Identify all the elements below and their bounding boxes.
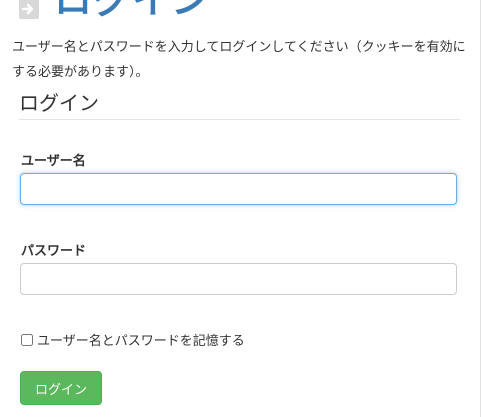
password-label: パスワード xyxy=(21,244,87,259)
form-legend-label: ログイン xyxy=(19,93,99,115)
login-icon xyxy=(19,0,39,19)
username-field[interactable] xyxy=(20,173,457,205)
remember-label: ユーザー名とパスワードを記憶する xyxy=(37,334,245,349)
login-page: ログイン ユーザー名とパスワードを入力してログインしてください（クッキーを有効に… xyxy=(0,0,482,417)
remember-checkbox[interactable] xyxy=(21,333,33,346)
divider xyxy=(480,0,481,417)
remember-me[interactable]: ユーザー名とパスワードを記憶する xyxy=(21,330,245,349)
page-title: ログイン xyxy=(54,0,211,22)
intro-text: ユーザー名とパスワードを入力してログインしてください（クッキーを有効にする必要が… xyxy=(12,40,466,80)
username-label: ユーザー名 xyxy=(21,154,86,169)
form-legend: ログイン xyxy=(19,91,460,120)
page-heading: ログイン xyxy=(18,0,210,22)
login-button[interactable]: ログイン xyxy=(20,371,102,405)
password-field[interactable] xyxy=(20,263,457,295)
